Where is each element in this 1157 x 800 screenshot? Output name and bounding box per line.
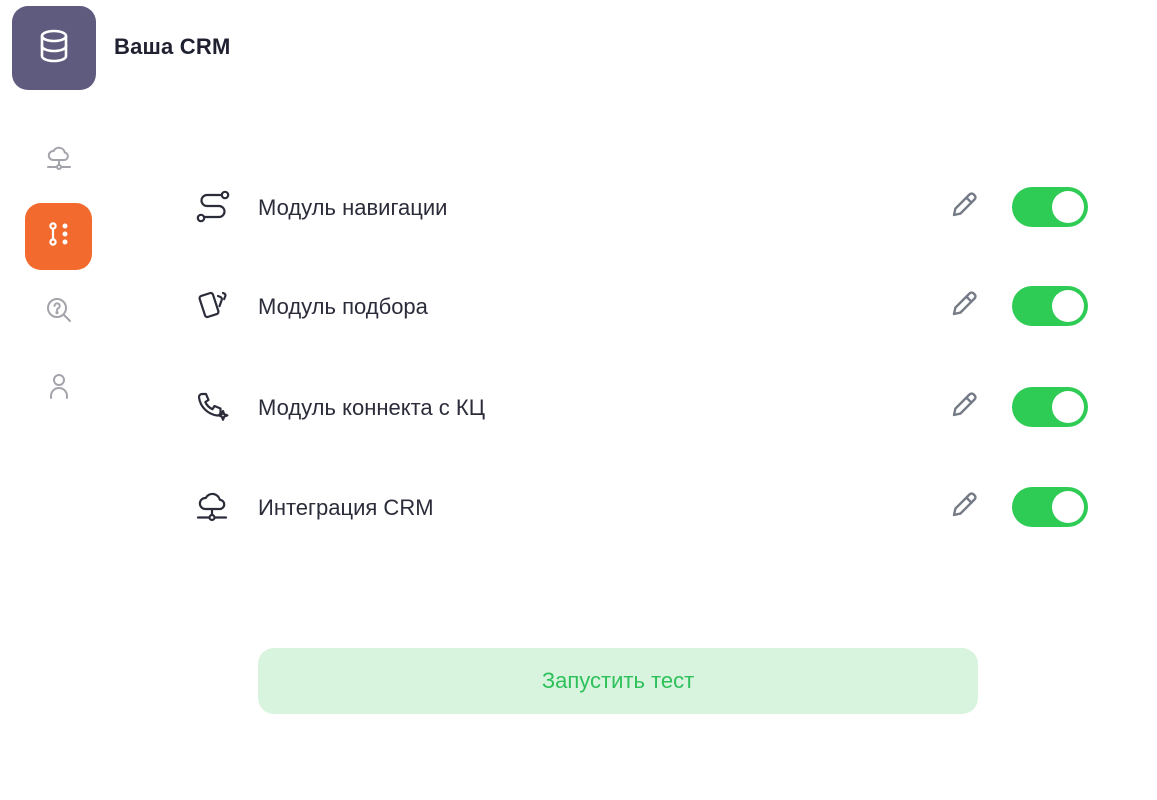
database-icon <box>37 28 71 69</box>
user-icon <box>45 371 73 406</box>
module-row-crm-integration: Интеграция CRM <box>190 485 1090 529</box>
module-row-call-center: Модуль коннекта с КЦ <box>190 385 1090 429</box>
route-icon <box>190 189 234 225</box>
app-logo <box>12 6 96 90</box>
module-row-selection: Модуль подбора <box>190 284 1090 328</box>
sidebar-item-flow[interactable] <box>25 203 92 270</box>
page-title: Ваша CRM <box>114 34 231 59</box>
edit-button[interactable] <box>945 288 983 324</box>
pencil-icon <box>948 489 980 526</box>
module-label: Модуль коннекта с КЦ <box>258 395 485 420</box>
module-label: Модуль подбора <box>258 294 428 319</box>
phone-sparkle-icon <box>190 389 234 425</box>
run-test-button[interactable]: Запустить тест <box>258 648 978 714</box>
edit-button[interactable] <box>945 489 983 525</box>
toggle-knob <box>1052 491 1084 523</box>
module-toggle[interactable] <box>1012 187 1088 227</box>
module-toggle[interactable] <box>1012 487 1088 527</box>
cards-icon <box>190 288 234 324</box>
cloud-network-icon <box>45 144 73 177</box>
module-label: Интеграция CRM <box>258 495 434 520</box>
toggle-knob <box>1052 191 1084 223</box>
cloud-network-icon <box>190 489 234 525</box>
flow-icon <box>45 220 73 253</box>
toggle-knob <box>1052 290 1084 322</box>
module-toggle[interactable] <box>1012 387 1088 427</box>
sidebar-item-search[interactable] <box>25 279 92 346</box>
module-toggle[interactable] <box>1012 286 1088 326</box>
pencil-icon <box>948 389 980 426</box>
pencil-icon <box>948 189 980 226</box>
edit-button[interactable] <box>945 389 983 425</box>
sidebar-item-profile[interactable] <box>25 355 92 422</box>
toggle-knob <box>1052 391 1084 423</box>
edit-button[interactable] <box>945 189 983 225</box>
search-help-icon <box>44 295 74 330</box>
pencil-icon <box>948 288 980 325</box>
sidebar-item-cloud[interactable] <box>25 127 92 194</box>
module-row-navigation: Модуль навигации <box>190 185 1090 229</box>
app-root: Ваша CRM Модуль навигации Модуль подбора… <box>0 0 1157 800</box>
module-label: Модуль навигации <box>258 195 448 220</box>
